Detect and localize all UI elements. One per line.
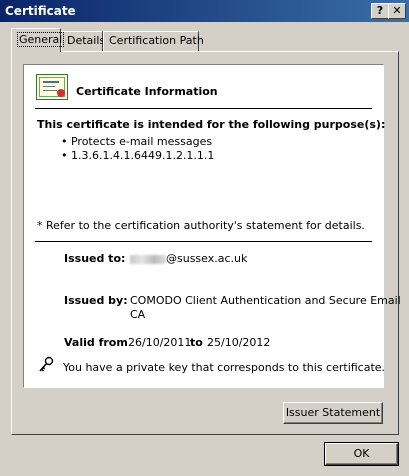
key-icon — [39, 356, 54, 372]
redacted-name — [130, 254, 166, 264]
help-button[interactable]: ? — [371, 3, 389, 19]
valid-to-label: to — [190, 336, 203, 349]
close-icon: ✕ — [392, 4, 402, 17]
issued-by-label: Issued by: — [64, 294, 128, 307]
issued-by-value-line1: COMODO Client Authentication and Secure … — [130, 294, 401, 307]
certificate-icon — [36, 74, 68, 100]
private-key-note: You have a private key that corresponds … — [63, 361, 386, 374]
divider — [35, 108, 372, 109]
issued-to-label: Issued to: — [64, 252, 126, 265]
title-bar[interactable]: Certificate ? ✕ — [0, 0, 409, 22]
tab-certification-path[interactable]: Certification Path — [103, 31, 204, 51]
window-title: Certificate — [5, 4, 76, 18]
valid-from-value: 26/10/2011 — [128, 336, 192, 349]
valid-to-value: 25/10/2012 — [207, 336, 271, 349]
purpose-item: • Protects e-mail messages — [61, 135, 213, 148]
issued-by-value-line2: CA — [130, 308, 146, 321]
valid-from-label: Valid from — [64, 336, 128, 349]
purpose-title: This certificate is intended for the fol… — [37, 118, 386, 131]
certificate-info-box: Certificate Information This certificate… — [23, 64, 401, 388]
ok-button[interactable]: OK — [324, 442, 399, 466]
divider — [35, 241, 372, 242]
issued-to-value: @sussex.ac.uk — [130, 252, 247, 265]
tab-details[interactable]: Details — [61, 31, 106, 51]
tab-certification-path-label: Certification Path — [109, 34, 204, 47]
tab-details-label: Details — [67, 34, 106, 47]
purpose-item: • 1.3.6.1.4.1.6449.1.2.1.1.1 — [61, 149, 215, 162]
tab-general-label: General — [17, 32, 65, 47]
close-button[interactable]: ✕ — [388, 3, 406, 19]
refer-note: * Refer to the certification authority's… — [37, 219, 365, 232]
tab-general[interactable]: General — [11, 28, 65, 52]
info-heading: Certificate Information — [76, 85, 218, 98]
issuer-statement-button[interactable]: Issuer Statement — [283, 402, 383, 424]
